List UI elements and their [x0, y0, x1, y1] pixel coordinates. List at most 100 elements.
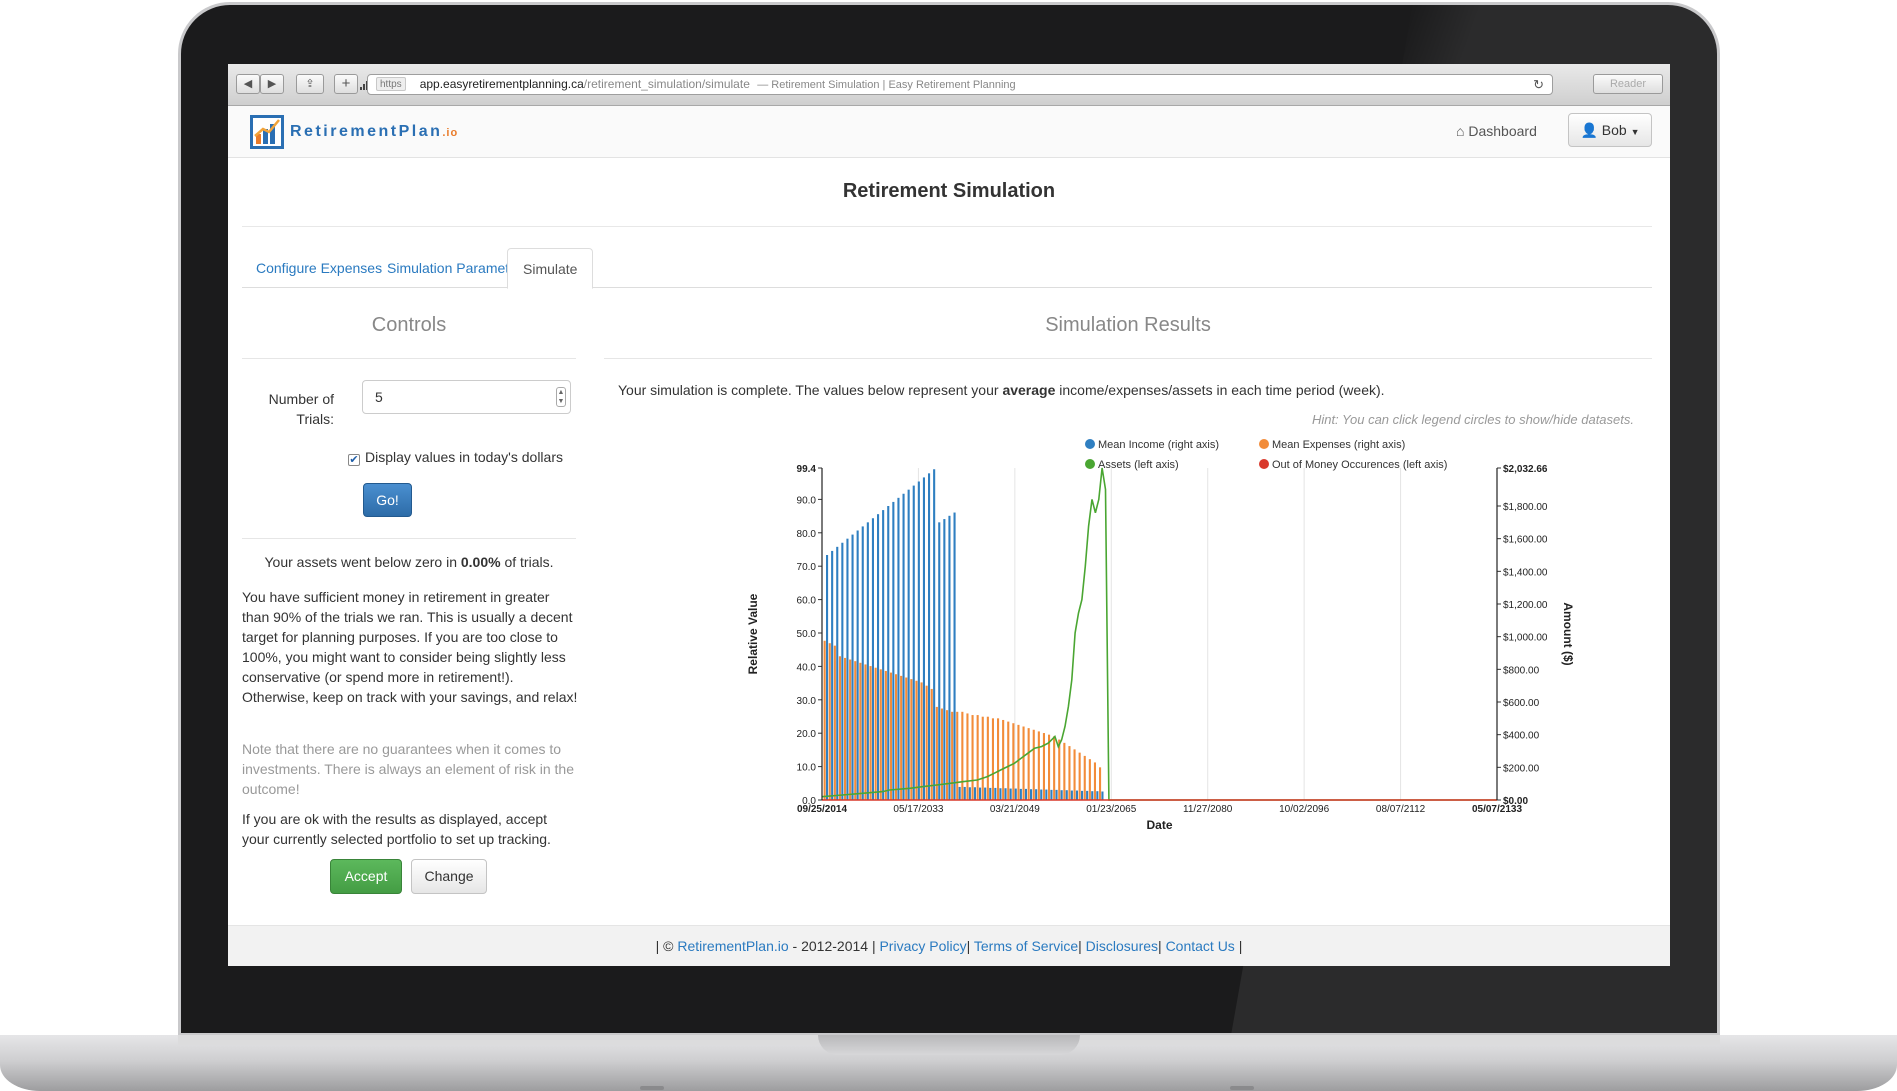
title-divider — [242, 226, 1652, 227]
forward-button[interactable]: ▶ — [260, 74, 284, 94]
url-domain: app.easyretirementplanning.ca — [419, 77, 584, 91]
footer-contact-link[interactable]: Contact Us — [1166, 938, 1235, 954]
income-bar — [1045, 789, 1048, 800]
income-bar — [1004, 788, 1007, 800]
expense-bar — [1017, 724, 1020, 800]
address-bar[interactable]: https app.easyretirementplanning.ca/retir… — [367, 74, 1553, 95]
dashboard-link[interactable]: ⌂ Dashboard — [1456, 123, 1537, 139]
trials-input[interactable]: 5 ▲ ▼ — [362, 380, 571, 414]
browser-toolbar: ◀ ▶ ⇪ + https app.easyretirementplanning.… — [228, 64, 1670, 106]
x-tick-label: 08/07/2112 — [1376, 804, 1426, 815]
share-button[interactable]: ⇪ — [296, 74, 324, 94]
intro-suffix: income/expenses/assets in each time peri… — [1059, 382, 1385, 398]
y-right-tick-label: $2,032.66 — [1503, 464, 1548, 475]
expense-bar — [1063, 742, 1066, 800]
footer-years: - 2012-2014 | — [792, 938, 876, 954]
change-button[interactable]: Change — [411, 859, 487, 894]
footer-terms-link[interactable]: Terms of Service — [974, 938, 1078, 954]
tab-simulate[interactable]: Simulate — [507, 248, 594, 289]
tab-configure-expenses[interactable]: Configure Expenses — [256, 248, 382, 289]
reload-icon[interactable]: ↻ — [1533, 75, 1544, 94]
legend-label: Out of Money Occurences (left axis) — [1272, 459, 1447, 471]
income-bar — [1081, 790, 1084, 800]
results-heading: Simulation Results — [1045, 314, 1211, 336]
trials-spinner[interactable]: ▲ ▼ — [556, 387, 566, 407]
footer-privacy-link[interactable]: Privacy Policy — [879, 938, 966, 954]
y-left-tick-label: 50.0 — [797, 629, 817, 640]
income-bar — [826, 555, 829, 800]
legend-circle[interactable] — [1259, 439, 1269, 449]
footer-separator: | — [1078, 938, 1082, 954]
logo-chart-icon[interactable] — [249, 114, 285, 150]
footer-disclosures-link[interactable]: Disclosures — [1086, 938, 1158, 954]
y-left-tick-label: 20.0 — [797, 729, 817, 740]
income-bar — [973, 787, 976, 800]
summary-text: You have sufficient money in retirement … — [242, 589, 578, 705]
laptop-hinge-notch — [818, 1035, 1080, 1055]
expense-bar — [1058, 739, 1061, 800]
income-bar — [866, 522, 869, 800]
assets-prefix: Your assets went below zero in — [264, 554, 457, 570]
intro-bold: average — [1002, 382, 1056, 398]
new-tab-button[interactable]: + — [334, 74, 358, 94]
income-bar — [871, 518, 874, 800]
x-tick-label: 03/21/2049 — [990, 804, 1040, 815]
expense-bar — [1032, 729, 1035, 800]
y-left-tick-label: 10.0 — [797, 763, 817, 774]
expense-bar — [956, 711, 959, 800]
y-left-tick-label: 90.0 — [797, 495, 817, 506]
x-tick-label: 05/17/2033 — [893, 804, 943, 815]
reader-button[interactable]: Reader — [1593, 74, 1663, 94]
expense-bar — [895, 674, 898, 800]
expense-bar — [1078, 752, 1081, 800]
expense-bar — [951, 711, 954, 800]
expense-bar — [971, 715, 974, 800]
user-menu-button[interactable]: 👤 Bob ▼ — [1568, 113, 1652, 147]
income-bar — [1024, 788, 1027, 800]
go-button[interactable]: Go! — [363, 483, 412, 517]
y-right-tick-label: $800.00 — [1503, 665, 1540, 676]
todays-dollars-option[interactable]: ✔ Display values in today's dollars — [348, 449, 563, 466]
income-bar — [989, 787, 992, 800]
y-right-tick-label: $1,400.00 — [1503, 567, 1548, 578]
y-right-tick-label: $1,800.00 — [1503, 502, 1548, 513]
income-bar — [938, 522, 941, 800]
accept-button[interactable]: Accept — [330, 859, 402, 894]
income-bar — [846, 538, 849, 800]
y-right-tick-label: $200.00 — [1503, 763, 1540, 774]
footer-brand-link[interactable]: RetirementPlan.io — [677, 938, 788, 954]
expense-bar — [1099, 767, 1102, 800]
disclaimer-text: Note that there are no guarantees when i… — [242, 741, 575, 797]
expense-bar — [930, 688, 933, 800]
legend-circle[interactable] — [1259, 459, 1269, 469]
income-bar — [877, 514, 880, 800]
expense-bar — [946, 710, 949, 800]
expense-bar — [966, 713, 969, 800]
https-badge: https — [376, 77, 406, 91]
legend-circle[interactable] — [1085, 459, 1095, 469]
plus-icon: + — [341, 75, 351, 92]
expense-bar — [915, 680, 918, 800]
y-right-axis-label: Amount ($) — [1561, 602, 1575, 665]
y-left-tick-label: 40.0 — [797, 662, 817, 673]
assets-percent: 0.00% — [460, 554, 501, 570]
income-bar — [1065, 790, 1068, 800]
logo-wordmark[interactable]: RetirementPlan.io — [290, 123, 458, 141]
income-bar — [1050, 789, 1053, 800]
expense-bar — [920, 682, 923, 800]
y-right-tick-label: $400.00 — [1503, 731, 1540, 742]
legend-circle[interactable] — [1085, 439, 1095, 449]
footer: | © RetirementPlan.io - 2012-2014 | Priv… — [228, 925, 1670, 966]
expense-bar — [1093, 762, 1096, 800]
expense-bar — [935, 706, 938, 800]
legend-label: Assets (left axis) — [1098, 459, 1179, 471]
expense-bar — [1002, 719, 1005, 800]
income-bar — [917, 481, 920, 800]
y-left-tick-label: 30.0 — [797, 696, 817, 707]
back-button[interactable]: ◀ — [236, 74, 260, 94]
x-tick-label: 11/27/2080 — [1183, 804, 1233, 815]
legend-hint: Hint: You can click legend circles to sh… — [1311, 412, 1634, 427]
todays-dollars-checkbox[interactable]: ✔ — [348, 454, 360, 466]
income-bar — [902, 493, 905, 800]
y-right-tick-label: $1,000.00 — [1503, 633, 1548, 644]
